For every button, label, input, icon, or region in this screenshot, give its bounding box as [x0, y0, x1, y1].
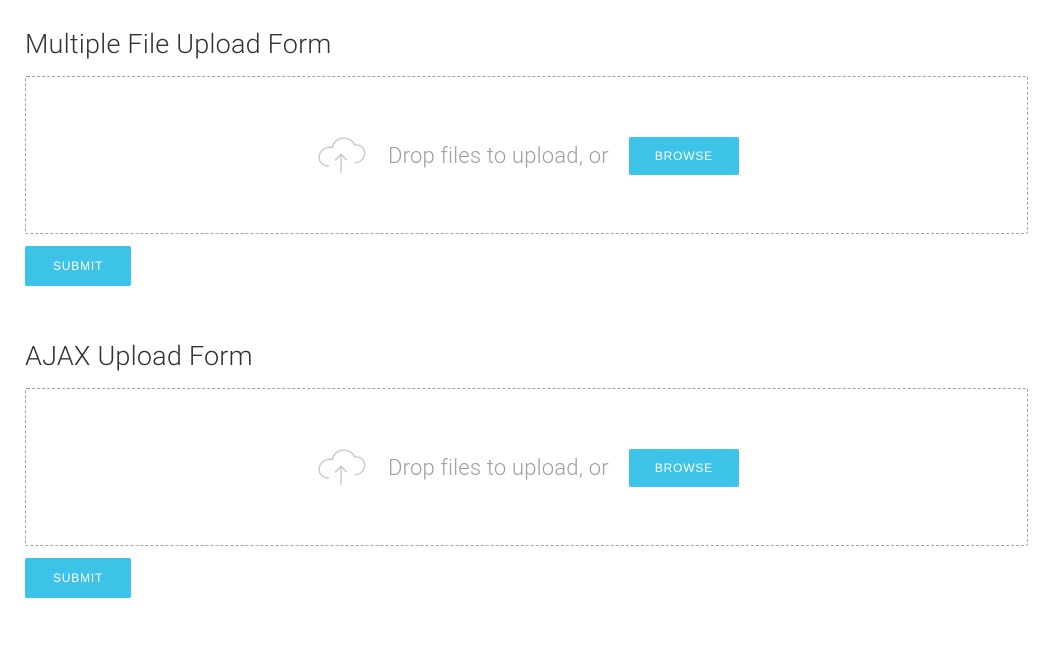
- dropzone-ajax[interactable]: Drop files to upload, or BROWSE: [25, 388, 1028, 546]
- cloud-upload-icon: [314, 447, 368, 489]
- submit-button-multiple[interactable]: SUBMIT: [25, 246, 131, 286]
- form-title-ajax: AJAX Upload Form: [25, 340, 1028, 372]
- form-title-multiple: Multiple File Upload Form: [25, 28, 1028, 60]
- dropzone-multiple[interactable]: Drop files to upload, or BROWSE: [25, 76, 1028, 234]
- submit-button-ajax[interactable]: SUBMIT: [25, 558, 131, 598]
- dropzone-text: Drop files to upload, or: [388, 456, 609, 481]
- cloud-upload-icon: [314, 135, 368, 177]
- browse-button[interactable]: BROWSE: [629, 449, 739, 487]
- browse-button[interactable]: BROWSE: [629, 137, 739, 175]
- dropzone-text: Drop files to upload, or: [388, 144, 609, 169]
